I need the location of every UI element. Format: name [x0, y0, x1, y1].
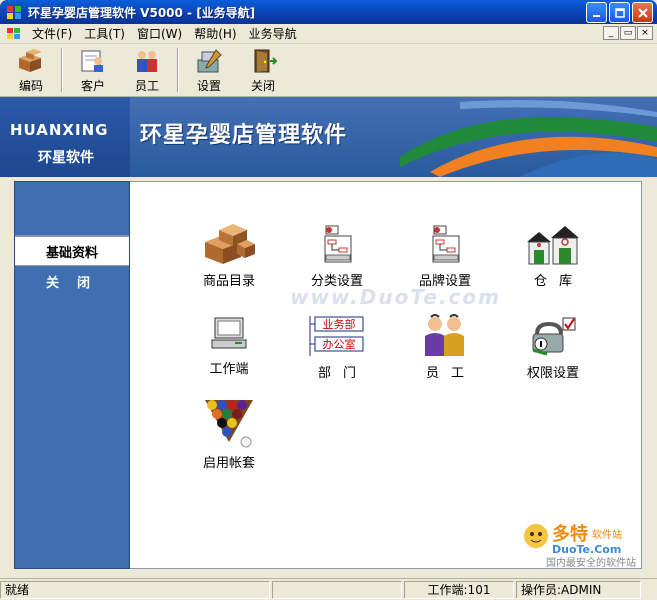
svg-text:多特: 多特 — [552, 523, 588, 545]
menu-window[interactable]: 窗口(W) — [131, 25, 188, 42]
grid-item-label: 员工 — [425, 366, 476, 381]
grid-item-label: 部门 — [317, 366, 368, 381]
title-bar: 环星孕婴店管理软件 V5000 - [业务导航] — [0, 0, 657, 24]
decorative-swoosh — [400, 100, 657, 177]
window-title: 环星孕婴店管理软件 V5000 - [业务导航] — [28, 5, 256, 20]
menu-tools[interactable]: 工具(T) — [78, 25, 131, 42]
grid-item-label: 启用帐套 — [202, 456, 255, 471]
billiard-rack-icon — [205, 400, 253, 448]
toolbar-encode-button[interactable]: 编码 — [4, 45, 58, 95]
flowchart-icon — [432, 225, 460, 263]
sidebar-item-basic-data[interactable]: 基础资料 — [15, 236, 129, 266]
company-logo: HUANXING 环星软件 — [0, 97, 130, 177]
employees-icon — [425, 314, 464, 356]
toolbar-employee-button[interactable]: 员工 — [120, 45, 174, 95]
maximize-icon — [614, 7, 625, 18]
document-window-icon — [7, 27, 20, 39]
status-empty — [272, 580, 402, 599]
svg-text:国内最安全的软件站: 国内最安全的软件站 — [546, 556, 636, 568]
close-icon — [637, 7, 648, 18]
grid-item-enable-account-set[interactable]: 启用帐套 — [179, 396, 279, 471]
org-chart-icon: 业务部 办公室 — [309, 316, 364, 356]
customer-icon — [81, 50, 103, 72]
sidebar-item-close[interactable]: 关闭 — [15, 266, 129, 296]
status-bar: 就绪 工作端:101 操作员:ADMIN — [0, 578, 657, 600]
grid-item-category-settings[interactable]: 分类设置 — [287, 222, 387, 289]
grid-item-permissions[interactable]: 权限设置 — [503, 314, 603, 381]
menu-business-nav[interactable]: 业务导航 — [243, 25, 303, 42]
menu-file[interactable]: 文件(F) — [26, 25, 78, 42]
grid-item-brand-settings[interactable]: 品牌设置 — [395, 222, 495, 289]
dept-tag-office: 办公室 — [323, 337, 356, 351]
toolbar-close-button[interactable]: 关闭 — [236, 45, 290, 95]
grid-item-product-catalog[interactable]: 商品目录 — [179, 222, 279, 289]
grid-item-warehouse[interactable]: 仓库 — [503, 222, 603, 289]
minimize-icon — [592, 14, 600, 17]
grid-item-workstation[interactable]: 工作端 — [179, 314, 279, 377]
toolbar: 编码 客户 员工 设置 关闭 — [0, 45, 657, 97]
header-banner: HUANXING 环星软件 环星孕婴店管理软件 — [0, 97, 657, 177]
duote-badge-logo: 多特 软件站 DuoTe.Com 国内最安全的软件站 — [524, 523, 636, 568]
svg-text:DuoTe.Com: DuoTe.Com — [552, 543, 621, 556]
grid-item-department[interactable]: 业务部 办公室 部门 — [287, 314, 387, 381]
status-workstation: 工作端:101 — [404, 580, 514, 599]
function-grid: 商品目录 分类设置 品牌设置 仓库 工作端 业务部 办公室 部门 员工 权限设置… — [130, 182, 641, 568]
menu-bar: 文件(F) 工具(T) 窗口(W) 帮助(H) 业务导航 _ ▭ × — [0, 24, 657, 44]
door-exit-icon — [254, 49, 278, 73]
computer-icon — [211, 317, 247, 349]
employees-icon — [137, 51, 157, 72]
toolbar-separator — [177, 48, 179, 92]
app-icon — [7, 6, 21, 19]
main-panel: www.DuoTe.com 商品目录 分类设置 品牌设置 仓库 工作端 业务部 … — [130, 181, 642, 569]
permission-icon — [532, 317, 576, 356]
maximize-button[interactable] — [609, 2, 630, 23]
boxes-icon — [205, 224, 255, 264]
grid-item-employees[interactable]: 员工 — [395, 314, 495, 381]
banner-title: 环星孕婴店管理软件 — [140, 122, 348, 148]
grid-item-label: 仓库 — [533, 274, 584, 289]
boxes-icon — [19, 49, 42, 72]
settings-icon — [197, 49, 222, 73]
toolbar-settings-button[interactable]: 设置 — [182, 45, 236, 95]
logo-chinese: 环星软件 — [38, 150, 94, 166]
toolbar-customer-button[interactable]: 客户 — [66, 45, 120, 95]
child-close-button[interactable]: × — [637, 26, 653, 40]
child-restore-button[interactable]: ▭ — [620, 26, 636, 40]
grid-item-label: 分类设置 — [310, 274, 363, 289]
menu-help[interactable]: 帮助(H) — [188, 25, 242, 42]
status-ready: 就绪 — [0, 580, 270, 599]
status-operator: 操作员:ADMIN — [516, 580, 641, 599]
flowchart-icon — [324, 225, 352, 263]
minimize-button[interactable] — [586, 2, 607, 23]
sidebar-item-label: 基础资料 — [45, 245, 98, 261]
warehouse-icon — [527, 226, 579, 265]
child-minimize-button[interactable]: _ — [603, 26, 619, 40]
svg-text:软件站: 软件站 — [592, 528, 622, 541]
sidebar-header — [15, 182, 129, 236]
close-button[interactable] — [632, 2, 653, 23]
grid-item-label: 工作端 — [209, 362, 249, 377]
dept-tag-business: 业务部 — [323, 317, 356, 331]
sidebar: 基础资料 关闭 — [14, 181, 130, 569]
toolbar-separator — [61, 48, 63, 92]
logo-english: HUANXING — [10, 121, 109, 139]
grid-item-label: 权限设置 — [526, 366, 579, 381]
grid-item-label: 商品目录 — [202, 274, 255, 289]
grid-item-label: 品牌设置 — [418, 274, 471, 289]
sidebar-item-label: 关闭 — [45, 275, 108, 291]
